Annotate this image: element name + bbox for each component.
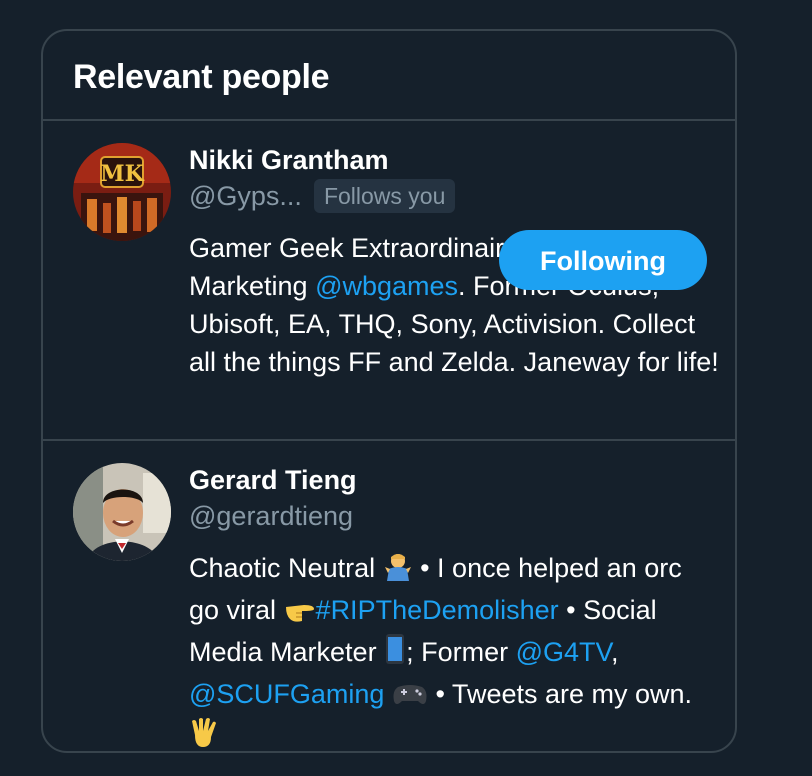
follows-you-badge: Follows you [313, 179, 456, 213]
mobile-phone-icon [384, 633, 406, 675]
relevant-people-panel: Relevant people MK Nikki Grantham @Gyps.… [41, 29, 737, 753]
bio-text: Chaotic Neutral [189, 553, 383, 583]
following-button[interactable]: Following [499, 230, 707, 290]
handle-row: @gerardtieng [189, 497, 711, 535]
pointing-hand-icon [284, 595, 316, 633]
person-card-nikki[interactable]: MK Nikki Grantham @Gyps... Follows you F… [43, 121, 735, 439]
avatar[interactable]: MK [73, 143, 171, 241]
avatar-image [73, 463, 171, 561]
bio-text [384, 679, 392, 709]
game-controller-icon [392, 679, 428, 717]
person-shrugging-icon [383, 551, 413, 591]
vulcan-salute-icon [189, 717, 219, 751]
bio-text: , [611, 637, 619, 667]
person-handle[interactable]: @Gyps... [189, 179, 302, 213]
person-handle[interactable]: @gerardtieng [189, 499, 353, 533]
handle-row: @Gyps... Follows you [189, 177, 711, 215]
avatar[interactable] [73, 463, 171, 561]
mention-link[interactable]: @SCUFGaming [189, 679, 384, 709]
bio-text: • Tweets are my own. [427, 679, 693, 709]
person-card-gerard[interactable]: Gerard Tieng @gerardtieng Chaotic Neutra… [43, 439, 735, 751]
panel-header: Relevant people [43, 31, 735, 121]
person-name[interactable]: Gerard Tieng [189, 463, 711, 497]
person-bio: Chaotic Neutral • I once helped an orc g… [189, 549, 719, 751]
hashtag-link[interactable]: #RIPTheDemolisher [316, 595, 559, 625]
panel-title: Relevant people [73, 58, 330, 96]
bio-text: ; Former [406, 637, 516, 667]
mention-link[interactable]: @wbgames [315, 271, 458, 301]
avatar-image: MK [73, 143, 171, 241]
person-name[interactable]: Nikki Grantham [189, 143, 711, 177]
avatar-logo-text: MK [100, 161, 144, 187]
mention-link[interactable]: @G4TV [516, 637, 611, 667]
